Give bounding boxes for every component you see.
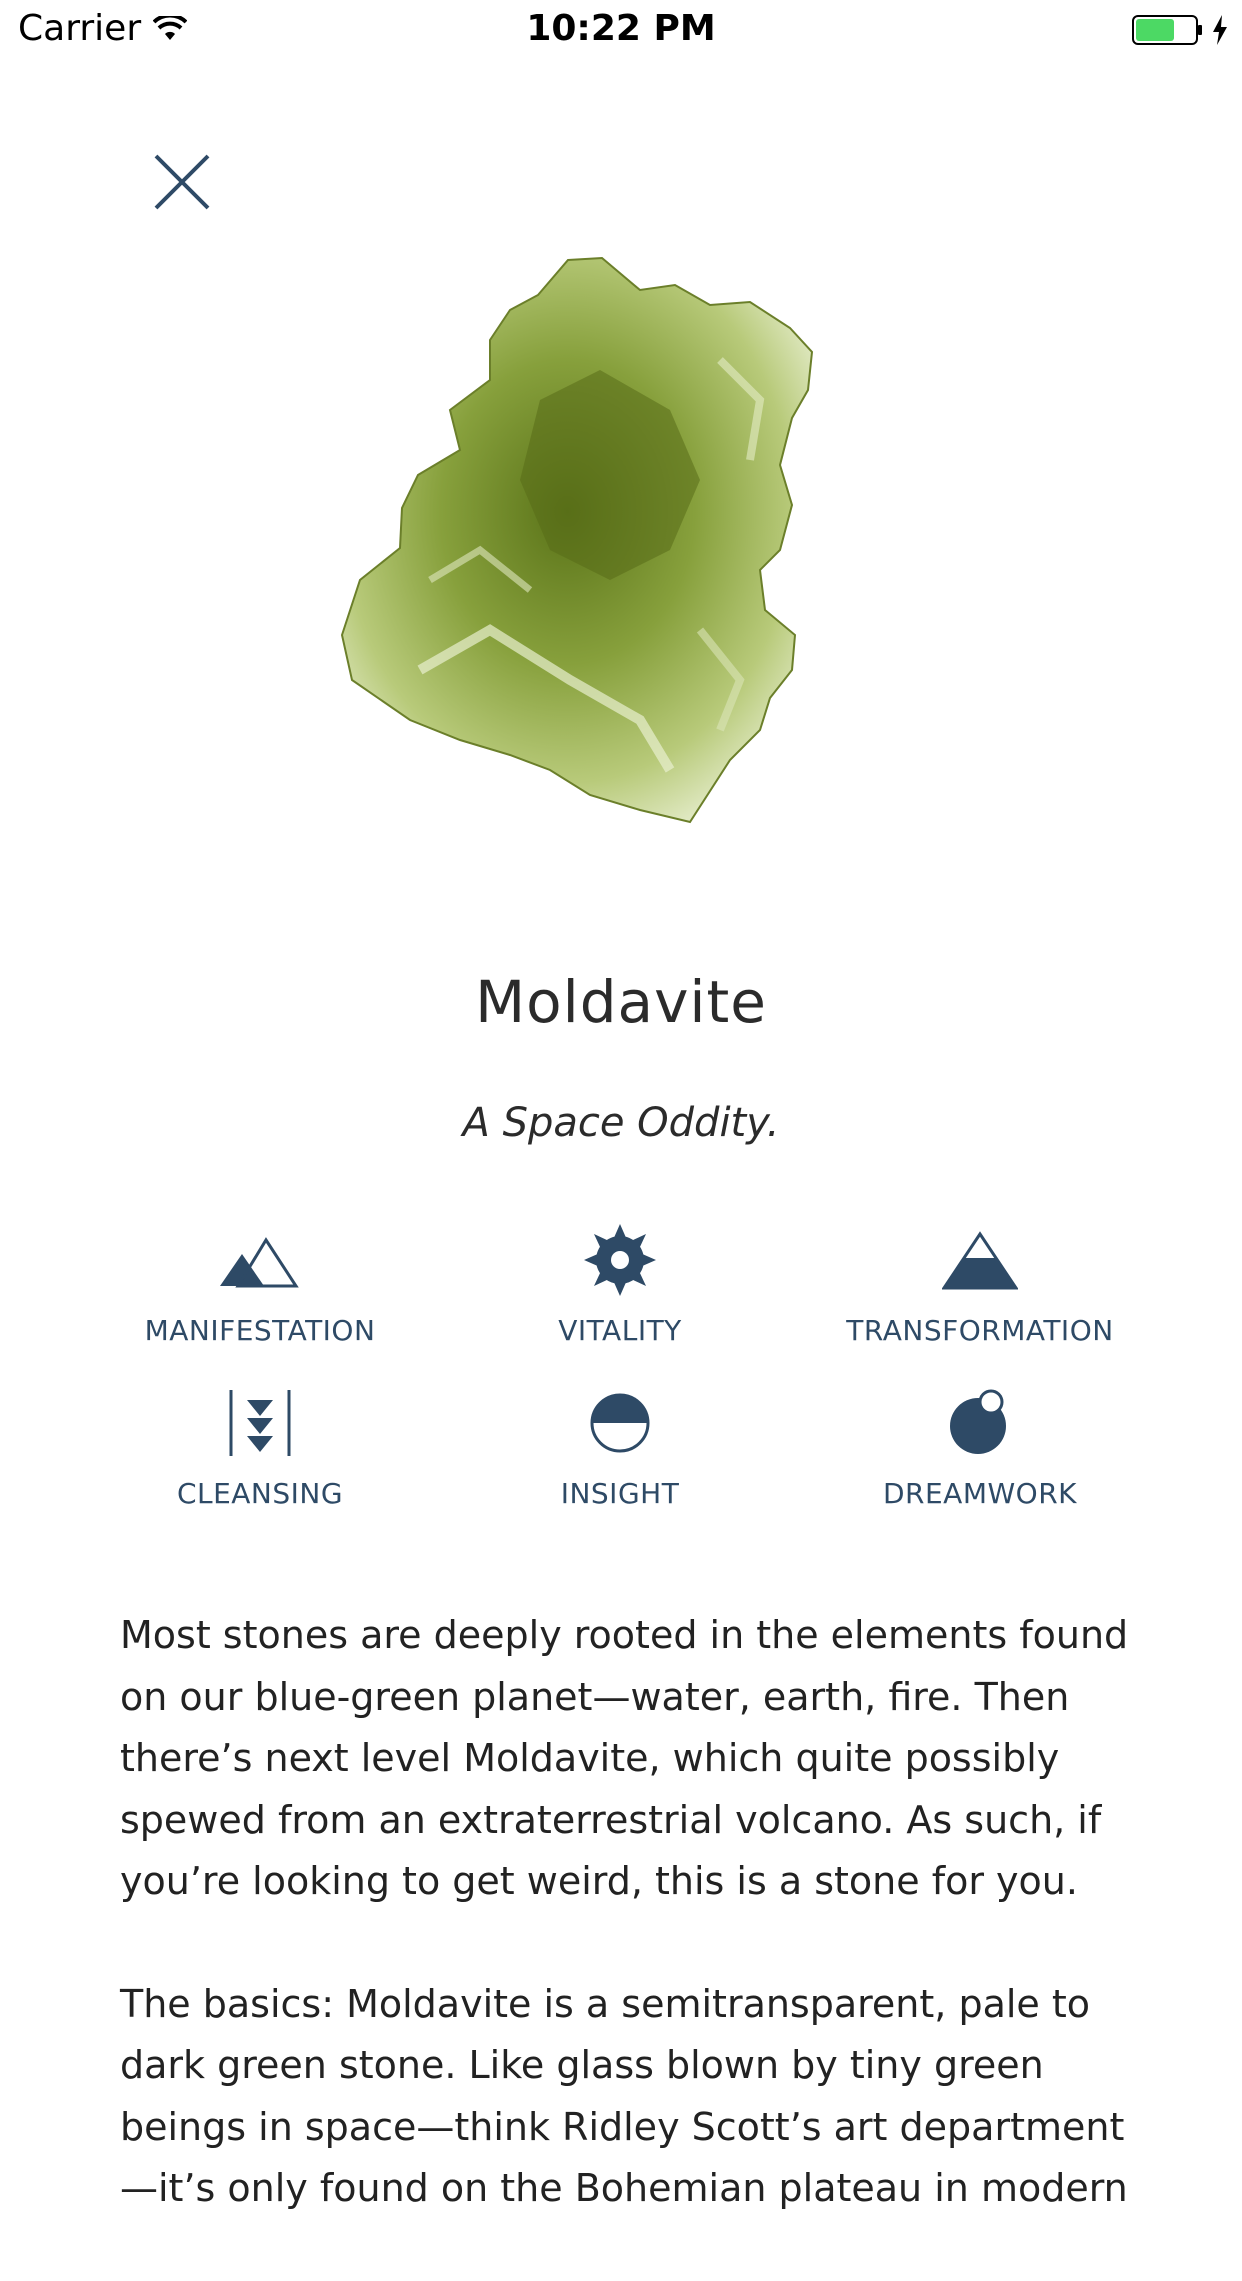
half-circle-icon (590, 1393, 650, 1453)
property-label: VITALITY (558, 1314, 682, 1347)
arrows-down-icon (229, 1390, 291, 1456)
property-label: INSIGHT (560, 1477, 680, 1510)
triangle-icon (942, 1231, 1018, 1290)
close-icon (154, 154, 210, 210)
stone-description: Most stones are deeply rooted in the ele… (120, 1605, 1130, 2281)
property-dreamwork: DREAMWORK (800, 1383, 1160, 1510)
property-label: MANIFESTATION (144, 1314, 376, 1347)
stone-title: Moldavite (475, 968, 767, 1036)
property-insight: INSIGHT (440, 1383, 800, 1510)
property-label: CLEANSING (176, 1477, 344, 1510)
properties-grid: MANIFESTATION VITALITY TRANSFORMATION CL… (80, 1220, 1162, 1510)
battery-icon (1132, 15, 1202, 45)
mountains-icon (220, 1237, 299, 1288)
property-label: TRANSFORMATION (846, 1314, 1114, 1347)
description-paragraph: Most stones are deeply rooted in the ele… (120, 1613, 1129, 1903)
stone-tagline: A Space Oddity. (462, 1100, 780, 1146)
close-button[interactable] (150, 150, 214, 214)
battery-indicator (1132, 14, 1228, 46)
charging-bolt-icon (1213, 15, 1227, 45)
moon-orb-icon (950, 1389, 1006, 1454)
property-transformation: TRANSFORMATION (800, 1220, 1160, 1347)
property-vitality: VITALITY (440, 1220, 800, 1347)
property-cleansing: CLEANSING (80, 1383, 440, 1510)
property-manifestation: MANIFESTATION (80, 1220, 440, 1347)
status-time: 10:22 PM (526, 8, 716, 49)
moldavite-stone-image (340, 256, 814, 824)
sun-icon (584, 1224, 656, 1296)
property-label: DREAMWORK (882, 1477, 1078, 1510)
description-paragraph: The basics: Moldavite is a semitranspare… (120, 1981, 1128, 2211)
status-bar: Carrier 10:22 PM (0, 0, 1242, 60)
